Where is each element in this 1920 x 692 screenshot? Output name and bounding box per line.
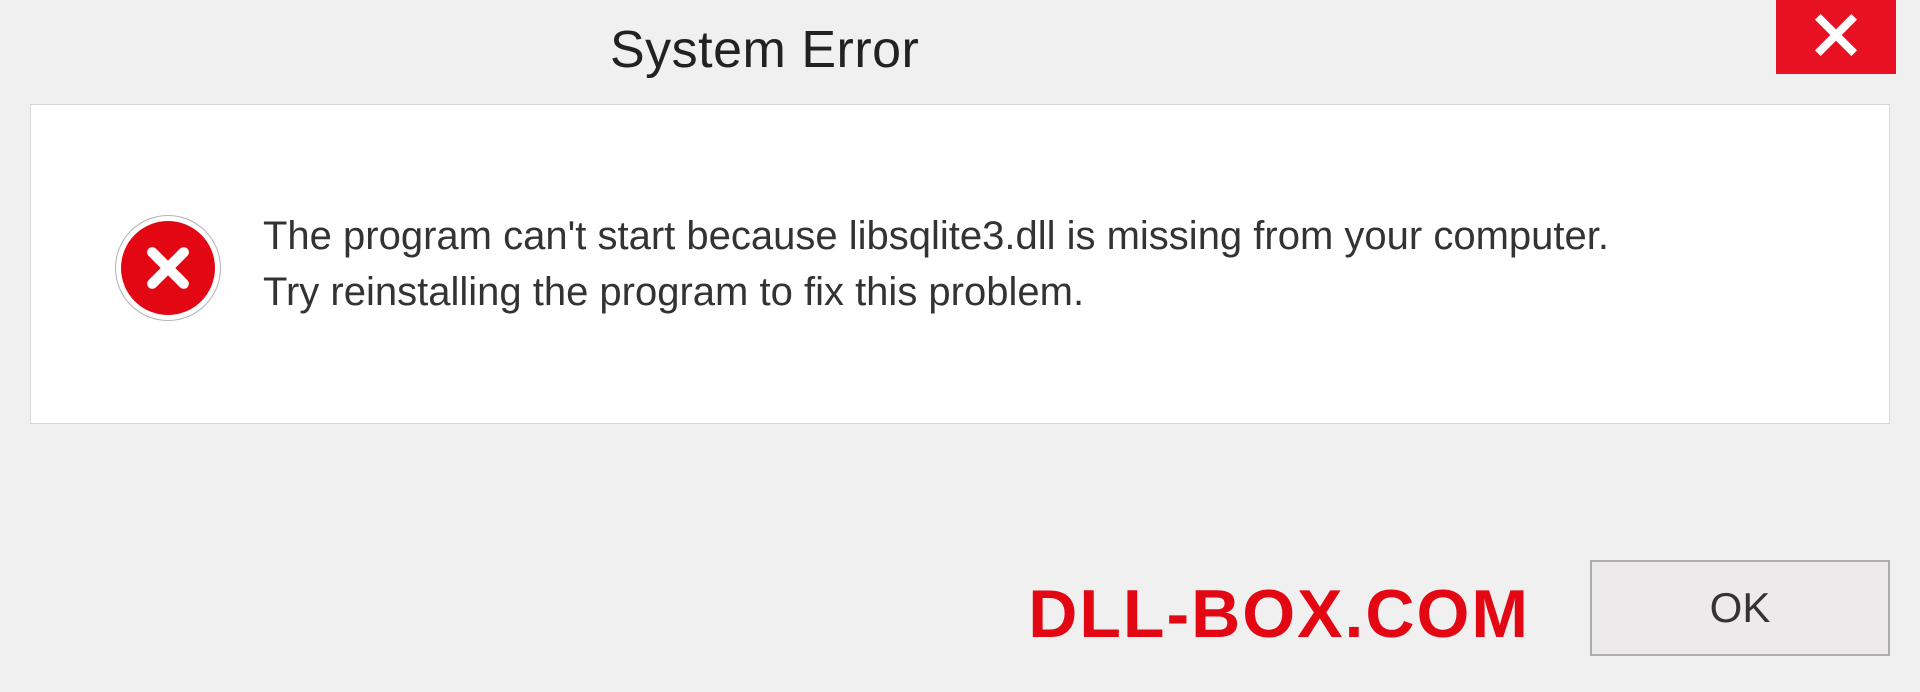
ok-button-label: OK [1710,584,1771,632]
error-message: The program can't start because libsqlit… [263,208,1663,320]
close-icon [1813,12,1859,63]
system-error-dialog: System Error The program can't start bec… [0,0,1920,692]
ok-button[interactable]: OK [1590,560,1890,656]
close-button[interactable] [1776,0,1896,74]
watermark-text: DLL-BOX.COM [1028,575,1530,653]
error-icon [121,221,215,315]
button-row: DLL-BOX.COM OK [30,560,1890,656]
content-panel: The program can't start because libsqlit… [30,104,1890,424]
dialog-title: System Error [610,20,919,80]
titlebar: System Error [0,0,1920,100]
